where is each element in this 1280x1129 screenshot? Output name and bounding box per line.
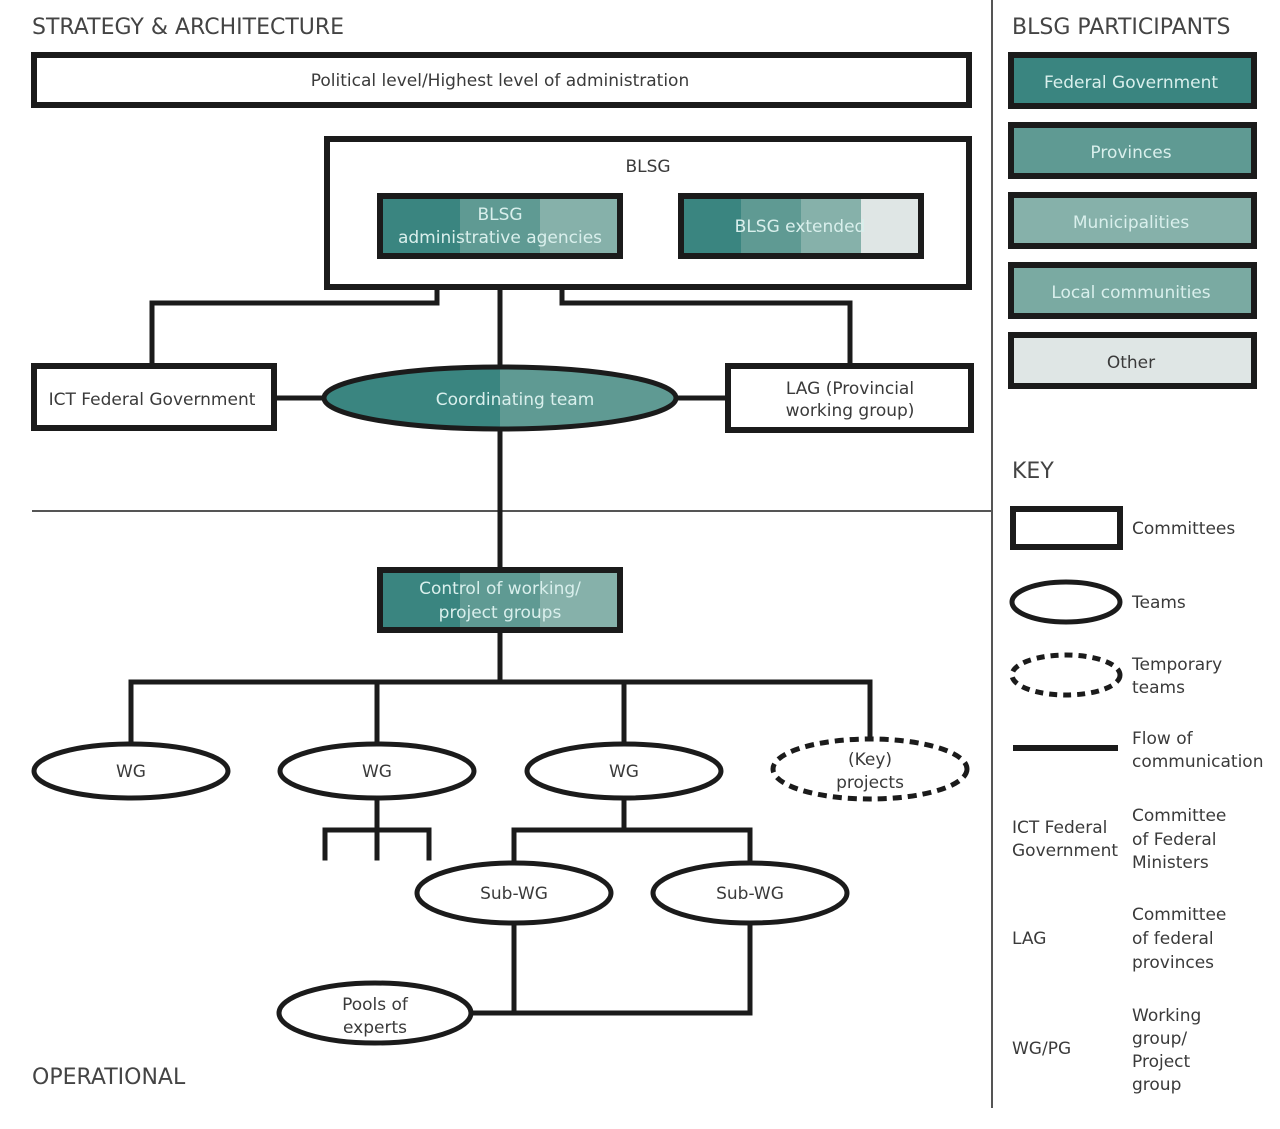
abbr-def-3: provinces (1132, 953, 1214, 973)
coordinating-team-label: Coordinating team (436, 390, 595, 410)
wg-label-1: WG (116, 762, 146, 782)
key-temporary-label-2: teams (1132, 678, 1185, 698)
abbr-term-2: Government (1012, 841, 1118, 861)
key-temporary-label-1: Temporary (1131, 655, 1222, 675)
key-team-symbol (1009, 579, 1123, 625)
key-projects-label-1: (Key) (848, 750, 892, 770)
blsg-extended-box: BLSG extended (678, 193, 924, 259)
abbr-def-3: Project (1132, 1052, 1190, 1072)
participant-municipalities: Municipalities (1008, 192, 1257, 249)
participants-title: BLSG PARTICIPANTS (1012, 15, 1231, 40)
abbreviation-ict: ICT Federal Government Committee of Fede… (1012, 806, 1226, 873)
section-title-strategy: STRATEGY & ARCHITECTURE (32, 15, 344, 40)
participant-label: Other (1107, 353, 1155, 373)
pools-of-experts-label-2: experts (343, 1018, 407, 1038)
coordinating-team-ellipse: Coordinating team (321, 364, 679, 432)
participant-label: Federal Government (1044, 73, 1218, 93)
participant-label: Local communities (1051, 283, 1210, 303)
abbr-def-4: group (1132, 1075, 1181, 1095)
control-groups-label-2: project groups (439, 603, 562, 623)
key-projects-label-2: projects (836, 773, 904, 793)
abbr-def-3: Ministers (1132, 853, 1209, 873)
abbr-def-2: group/ (1132, 1029, 1187, 1049)
abbr-def-1: Committee (1132, 806, 1226, 826)
blsg-extended-label: BLSG extended (735, 217, 866, 237)
control-groups-label-1: Control of working/ (419, 579, 581, 599)
key-committee-symbol (1010, 506, 1123, 550)
line-subs-loop (511, 915, 753, 1016)
key-temporary-team-symbol (1009, 652, 1123, 698)
blsg-admin-label-2: administrative agencies (398, 228, 602, 248)
key-title: KEY (1012, 459, 1054, 484)
abbreviation-wgpg: WG/PG Working group/ Project group (1012, 1006, 1201, 1095)
participant-label: Provinces (1090, 143, 1171, 163)
sub-wg-label-1: Sub-WG (480, 884, 548, 904)
key-committees-label: Committees (1132, 519, 1235, 539)
abbr-term-1: WG/PG (1012, 1039, 1071, 1059)
participant-provinces: Provinces (1008, 122, 1257, 179)
participant-label: Municipalities (1073, 213, 1190, 233)
abbreviation-lag: LAG Committee of federal provinces (1012, 905, 1226, 973)
abbr-def-2: of federal (1132, 929, 1214, 949)
abbr-def-2: of Federal (1132, 830, 1216, 850)
lag-label-1: LAG (Provincial (786, 379, 914, 399)
control-groups-box: Control of working/ project groups (377, 567, 623, 633)
wg-label-2: WG (362, 762, 392, 782)
line-sub-bus (511, 827, 753, 871)
lag-label-2: working group) (786, 401, 915, 421)
political-level-label: Political level/Highest level of adminis… (311, 71, 689, 91)
pools-of-experts-label-1: Pools of (342, 995, 409, 1015)
participant-local-communities: Local communities (1008, 262, 1257, 319)
blsg-admin-box: BLSG administrative agencies (377, 193, 623, 259)
wg-label-3: WG (609, 762, 639, 782)
blsg-label: BLSG (625, 157, 670, 177)
section-title-operational: OPERATIONAL (32, 1065, 186, 1090)
org-diagram: STRATEGY & ARCHITECTURE OPERATIONAL Poli… (31, 0, 1263, 1108)
key-teams-label: Teams (1131, 593, 1186, 613)
key-flow-label-1: Flow of (1132, 729, 1194, 749)
participant-federal: Federal Government (1008, 52, 1257, 109)
sub-wg-label-2: Sub-WG (716, 884, 784, 904)
blsg-admin-label-1: BLSG (477, 205, 522, 225)
participant-other: Other (1008, 332, 1257, 389)
abbr-def-1: Working (1132, 1006, 1201, 1026)
ict-federal-government-label: ICT Federal Government (49, 390, 256, 410)
key-flow-label-2: communication (1132, 752, 1263, 772)
abbr-term-1: ICT Federal (1012, 818, 1107, 838)
abbr-def-1: Committee (1132, 905, 1226, 925)
abbr-term-1: LAG (1012, 929, 1046, 949)
